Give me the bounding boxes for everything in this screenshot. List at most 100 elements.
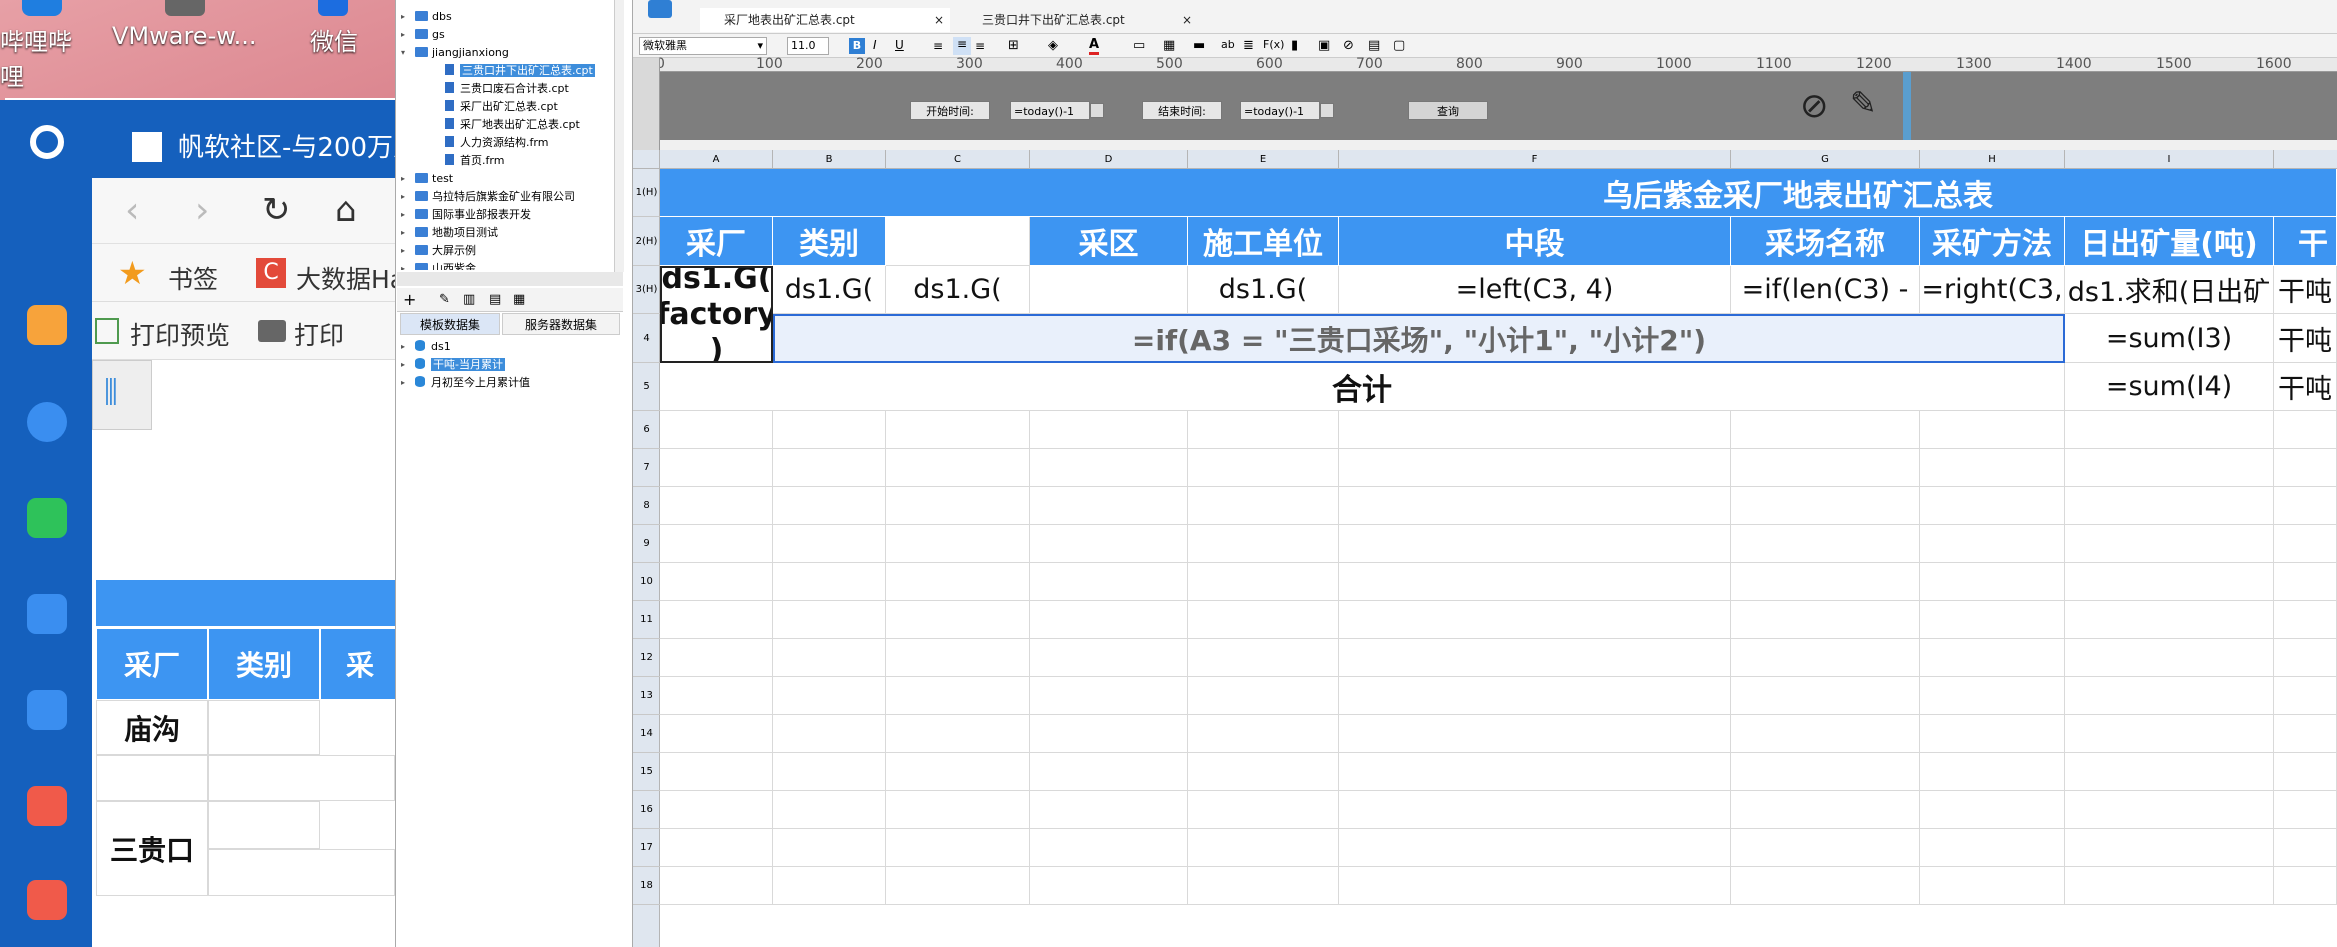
tree-folder[interactable]: ▸ test: [401, 170, 453, 187]
fill-color-icon[interactable]: ◈: [1048, 38, 1058, 53]
dataset-item[interactable]: ▸ 月初至今上月累计值: [401, 374, 530, 391]
plane-icon[interactable]: [27, 594, 67, 634]
print-button[interactable]: 打印: [294, 316, 344, 352]
header-cell-g[interactable]: 采场名称: [1731, 217, 1920, 266]
grid-cell[interactable]: [1339, 829, 1731, 867]
grid-cell[interactable]: [1920, 867, 2065, 905]
grid-cell[interactable]: [660, 829, 773, 867]
grid-cell[interactable]: [1731, 601, 1920, 639]
row-header-cell[interactable]: 15: [633, 753, 660, 791]
grid-cell[interactable]: [1339, 487, 1731, 525]
chevron-right-icon[interactable]: ▸: [401, 338, 409, 355]
grid-cell[interactable]: [2274, 753, 2337, 791]
chevron-right-icon[interactable]: ▸: [401, 224, 409, 241]
grid-cell[interactable]: [1188, 677, 1339, 715]
forward-icon[interactable]: ›: [195, 190, 209, 231]
chevron-right-icon[interactable]: ▸: [401, 26, 409, 43]
copy-icon[interactable]: ▦: [513, 292, 525, 307]
font-size-select[interactable]: 11.0: [787, 37, 829, 55]
grid-cell[interactable]: [1920, 829, 2065, 867]
grid-cell[interactable]: [1188, 867, 1339, 905]
header-cell-f[interactable]: 中段: [1339, 217, 1731, 266]
grid-cell[interactable]: [1731, 791, 1920, 829]
grid-cell[interactable]: [1731, 563, 1920, 601]
tree-folder[interactable]: ▸ 国际事业部报表开发: [401, 206, 531, 223]
grid-cell[interactable]: [773, 411, 886, 449]
grid-cell[interactable]: [1339, 449, 1731, 487]
spreadsheet-grid[interactable]: 乌后紫金采厂地表出矿汇总表 采厂 类别 采区 施工单位 中段 采场名称 采矿方法…: [660, 169, 2337, 947]
column-header-cell[interactable]: H: [1920, 150, 2065, 169]
grid-cell[interactable]: [2274, 411, 2337, 449]
grid-cell[interactable]: [1920, 639, 2065, 677]
header-cell-c[interactable]: [886, 217, 1030, 266]
grid-cell[interactable]: [660, 677, 773, 715]
grid-cell[interactable]: [1339, 753, 1731, 791]
grid-cell[interactable]: [2065, 449, 2274, 487]
tree-folder[interactable]: ▸ 大屏示例: [401, 242, 476, 259]
bookmark-label[interactable]: 书签: [168, 260, 218, 296]
desktop-icon-wechat[interactable]: 微信: [310, 22, 370, 57]
grid-cell[interactable]: [660, 563, 773, 601]
grid-cell[interactable]: [1920, 449, 2065, 487]
grid-cell[interactable]: [2274, 487, 2337, 525]
mountain-icon[interactable]: [27, 690, 67, 730]
grid-cell[interactable]: [2065, 867, 2274, 905]
header-cell-d[interactable]: 采区: [1030, 217, 1188, 266]
dataset-item[interactable]: ▸ 干吨-当月累计: [401, 356, 505, 373]
bookmark-bigdata[interactable]: 大数据Ha: [296, 260, 395, 296]
grid-cell[interactable]: [1731, 677, 1920, 715]
grid-cell[interactable]: [2274, 601, 2337, 639]
pdf-icon[interactable]: [27, 880, 67, 920]
chevron-right-icon[interactable]: ▸: [401, 188, 409, 205]
row-header-cell[interactable]: 12: [633, 639, 660, 677]
grid-cell[interactable]: [1188, 411, 1339, 449]
grid-cell[interactable]: [2274, 525, 2337, 563]
header-cell-b[interactable]: 类别: [773, 217, 886, 266]
grid-cell[interactable]: [1920, 411, 2065, 449]
header-cell-i[interactable]: 日出矿量(吨): [2065, 217, 2274, 266]
tab-template-dataset[interactable]: 模板数据集: [400, 313, 500, 335]
tree-folder[interactable]: ▸ dbs: [401, 8, 452, 25]
grid-cell[interactable]: [1731, 867, 1920, 905]
tree-file[interactable]: 首页.frm: [445, 152, 504, 169]
tree-file[interactable]: 三贵口废石合计表.cpt: [445, 80, 569, 97]
desktop-icon-bilibili[interactable]: 哔哩哔哩: [0, 22, 85, 92]
grid-cell[interactable]: [2065, 829, 2274, 867]
chevron-down-icon[interactable]: ▾: [401, 44, 409, 61]
grid-cell[interactable]: [773, 753, 886, 791]
grid-cell[interactable]: [1920, 487, 2065, 525]
cell-c3[interactable]: ds1.G(: [886, 266, 1030, 314]
column-header-cell[interactable]: B: [773, 150, 886, 169]
grid-cell[interactable]: [773, 487, 886, 525]
grid-cell[interactable]: [773, 601, 886, 639]
grid-cell[interactable]: [660, 449, 773, 487]
row-header-cell[interactable]: 1(H): [633, 169, 660, 217]
chevron-right-icon[interactable]: ▸: [401, 206, 409, 223]
tree-folder[interactable]: ▾ jiangjianxiong: [401, 44, 509, 61]
grid-cell[interactable]: [2065, 411, 2274, 449]
grid-cell[interactable]: [886, 867, 1030, 905]
grid-cell[interactable]: [1920, 601, 2065, 639]
grid-cell[interactable]: [2065, 487, 2274, 525]
row-header-cell[interactable]: 7: [633, 449, 660, 487]
row-header-cell[interactable]: 8: [633, 487, 660, 525]
align-right-icon[interactable]: ≡: [975, 39, 985, 53]
column-header-cell[interactable]: E: [1188, 150, 1339, 169]
cell-j3[interactable]: 干吨: [2274, 266, 2337, 314]
grid-cell[interactable]: [660, 791, 773, 829]
delete-icon[interactable]: ▥: [463, 292, 475, 307]
grid-cell[interactable]: [660, 487, 773, 525]
bold-button[interactable]: B: [849, 38, 865, 54]
chevron-right-icon[interactable]: ▸: [401, 356, 409, 373]
text-icon[interactable]: ab: [1221, 38, 1235, 51]
browser-tab-title[interactable]: 帆软社区-与200万人: [178, 118, 419, 178]
row-header-cell[interactable]: 4: [633, 314, 660, 363]
grid-cell[interactable]: [1188, 829, 1339, 867]
grid-cell[interactable]: [1339, 639, 1731, 677]
grid-cell[interactable]: [1188, 753, 1339, 791]
grid-cell[interactable]: [1339, 411, 1731, 449]
grid-cell[interactable]: [773, 791, 886, 829]
font-color-icon[interactable]: A: [1089, 37, 1100, 55]
grid-cell[interactable]: [2065, 677, 2274, 715]
refresh-icon[interactable]: ↻: [262, 190, 291, 230]
